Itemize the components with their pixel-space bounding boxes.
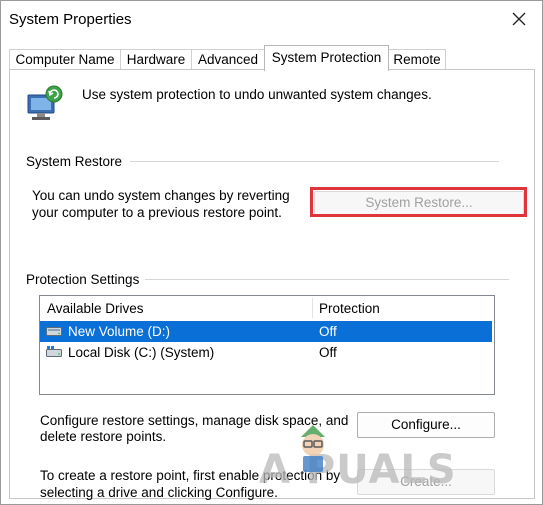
configure-button[interactable]: Configure...	[357, 412, 495, 438]
column-protection[interactable]: Protection	[312, 296, 489, 320]
drive-name: Local Disk (C:) (System)	[68, 345, 215, 360]
drive-protection-status: Off	[319, 324, 337, 339]
drives-list[interactable]: Available Drives Protection New Volume (…	[39, 295, 495, 395]
protection-settings-group-label: Protection Settings	[26, 272, 140, 287]
watermark-text: A PUALS	[259, 447, 457, 493]
appuals-watermark: A PUALS	[259, 447, 457, 493]
title-bar: System Properties	[1, 1, 542, 39]
computer-restore-icon	[27, 85, 63, 120]
drive-row-new-volume[interactable]: New Volume (D:) Off	[40, 321, 492, 342]
tab-remote[interactable]: Remote	[388, 49, 446, 70]
system-properties-window: System Properties Computer Name Hardware…	[0, 0, 543, 505]
intro-text: Use system protection to undo unwanted s…	[82, 87, 432, 102]
drive-row-local-disk-c[interactable]: Local Disk (C:) (System) Off	[40, 342, 492, 363]
group-divider	[130, 161, 499, 162]
tab-system-protection[interactable]: System Protection	[264, 45, 389, 71]
system-restore-description-line2: your computer to a previous restore poin…	[32, 205, 282, 220]
window-title: System Properties	[9, 11, 132, 28]
close-icon	[512, 12, 526, 26]
create-description-line2: selecting a drive and clicking Configure…	[40, 485, 278, 500]
tab-strip: Computer Name Hardware Advanced System P…	[9, 45, 535, 71]
system-drive-icon	[46, 346, 62, 357]
configure-description-line2: delete restore points.	[40, 429, 167, 444]
tab-advanced[interactable]: Advanced	[191, 49, 265, 70]
tab-computer-name[interactable]: Computer Name	[9, 49, 121, 70]
system-restore-button[interactable]: System Restore...	[314, 191, 524, 215]
system-restore-group-label: System Restore	[26, 154, 123, 169]
tab-hardware[interactable]: Hardware	[120, 49, 192, 70]
system-restore-description-line1: You can undo system changes by reverting	[32, 188, 290, 203]
group-divider	[145, 279, 509, 280]
close-button[interactable]	[496, 1, 542, 37]
drives-list-header: Available Drives Protection	[40, 296, 494, 320]
watermark-mascot-icon	[301, 425, 325, 472]
drive-protection-status: Off	[319, 345, 337, 360]
drive-name: New Volume (D:)	[68, 324, 171, 339]
column-available-drives[interactable]: Available Drives	[40, 296, 312, 320]
drive-icon	[46, 327, 62, 336]
